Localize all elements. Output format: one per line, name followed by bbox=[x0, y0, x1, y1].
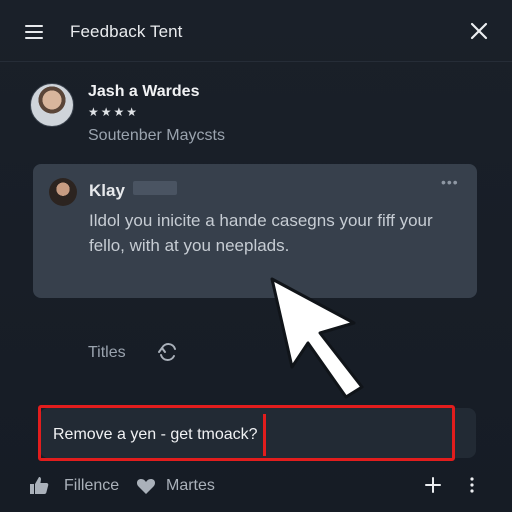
user-subtitle: Soutenber Maycsts bbox=[88, 127, 225, 144]
header-bar: Feedback Tent bbox=[0, 0, 512, 62]
refresh-icon[interactable] bbox=[156, 340, 180, 364]
avatar[interactable] bbox=[30, 83, 74, 127]
heart-button-label[interactable]: Martes bbox=[166, 477, 215, 495]
close-icon[interactable] bbox=[468, 20, 490, 42]
message-text: Ildol you inicite a hande casegns your f… bbox=[89, 211, 433, 255]
star-rating: ★★★★ bbox=[88, 105, 140, 119]
titles-label: Titles bbox=[88, 344, 126, 361]
more-horizontal-icon[interactable]: ••• bbox=[441, 174, 459, 190]
card-author-avatar bbox=[49, 178, 77, 206]
app-window: Feedback Tent Jash a Wardes ★★★★ Soutenb… bbox=[0, 0, 512, 512]
heart-icon[interactable] bbox=[135, 475, 157, 497]
hamburger-menu-icon[interactable] bbox=[25, 25, 43, 39]
text-caret bbox=[263, 414, 266, 456]
more-vertical-icon[interactable] bbox=[468, 476, 476, 494]
card-author-tag bbox=[133, 181, 177, 195]
thumbs-up-icon[interactable] bbox=[28, 474, 50, 496]
plus-icon[interactable] bbox=[424, 476, 442, 494]
app-title: Feedback Tent bbox=[70, 22, 183, 41]
reply-input-text[interactable]: Remove a yen - get tmoack? bbox=[53, 426, 258, 444]
message-card: Klay ••• Ildol you inicite a hande caseg… bbox=[33, 164, 477, 298]
like-button-label[interactable]: Fillence bbox=[64, 477, 119, 495]
card-author-name: Klay bbox=[89, 181, 125, 200]
mouse-pointer-icon bbox=[270, 277, 364, 399]
user-name[interactable]: Jash a Wardes bbox=[88, 83, 199, 101]
